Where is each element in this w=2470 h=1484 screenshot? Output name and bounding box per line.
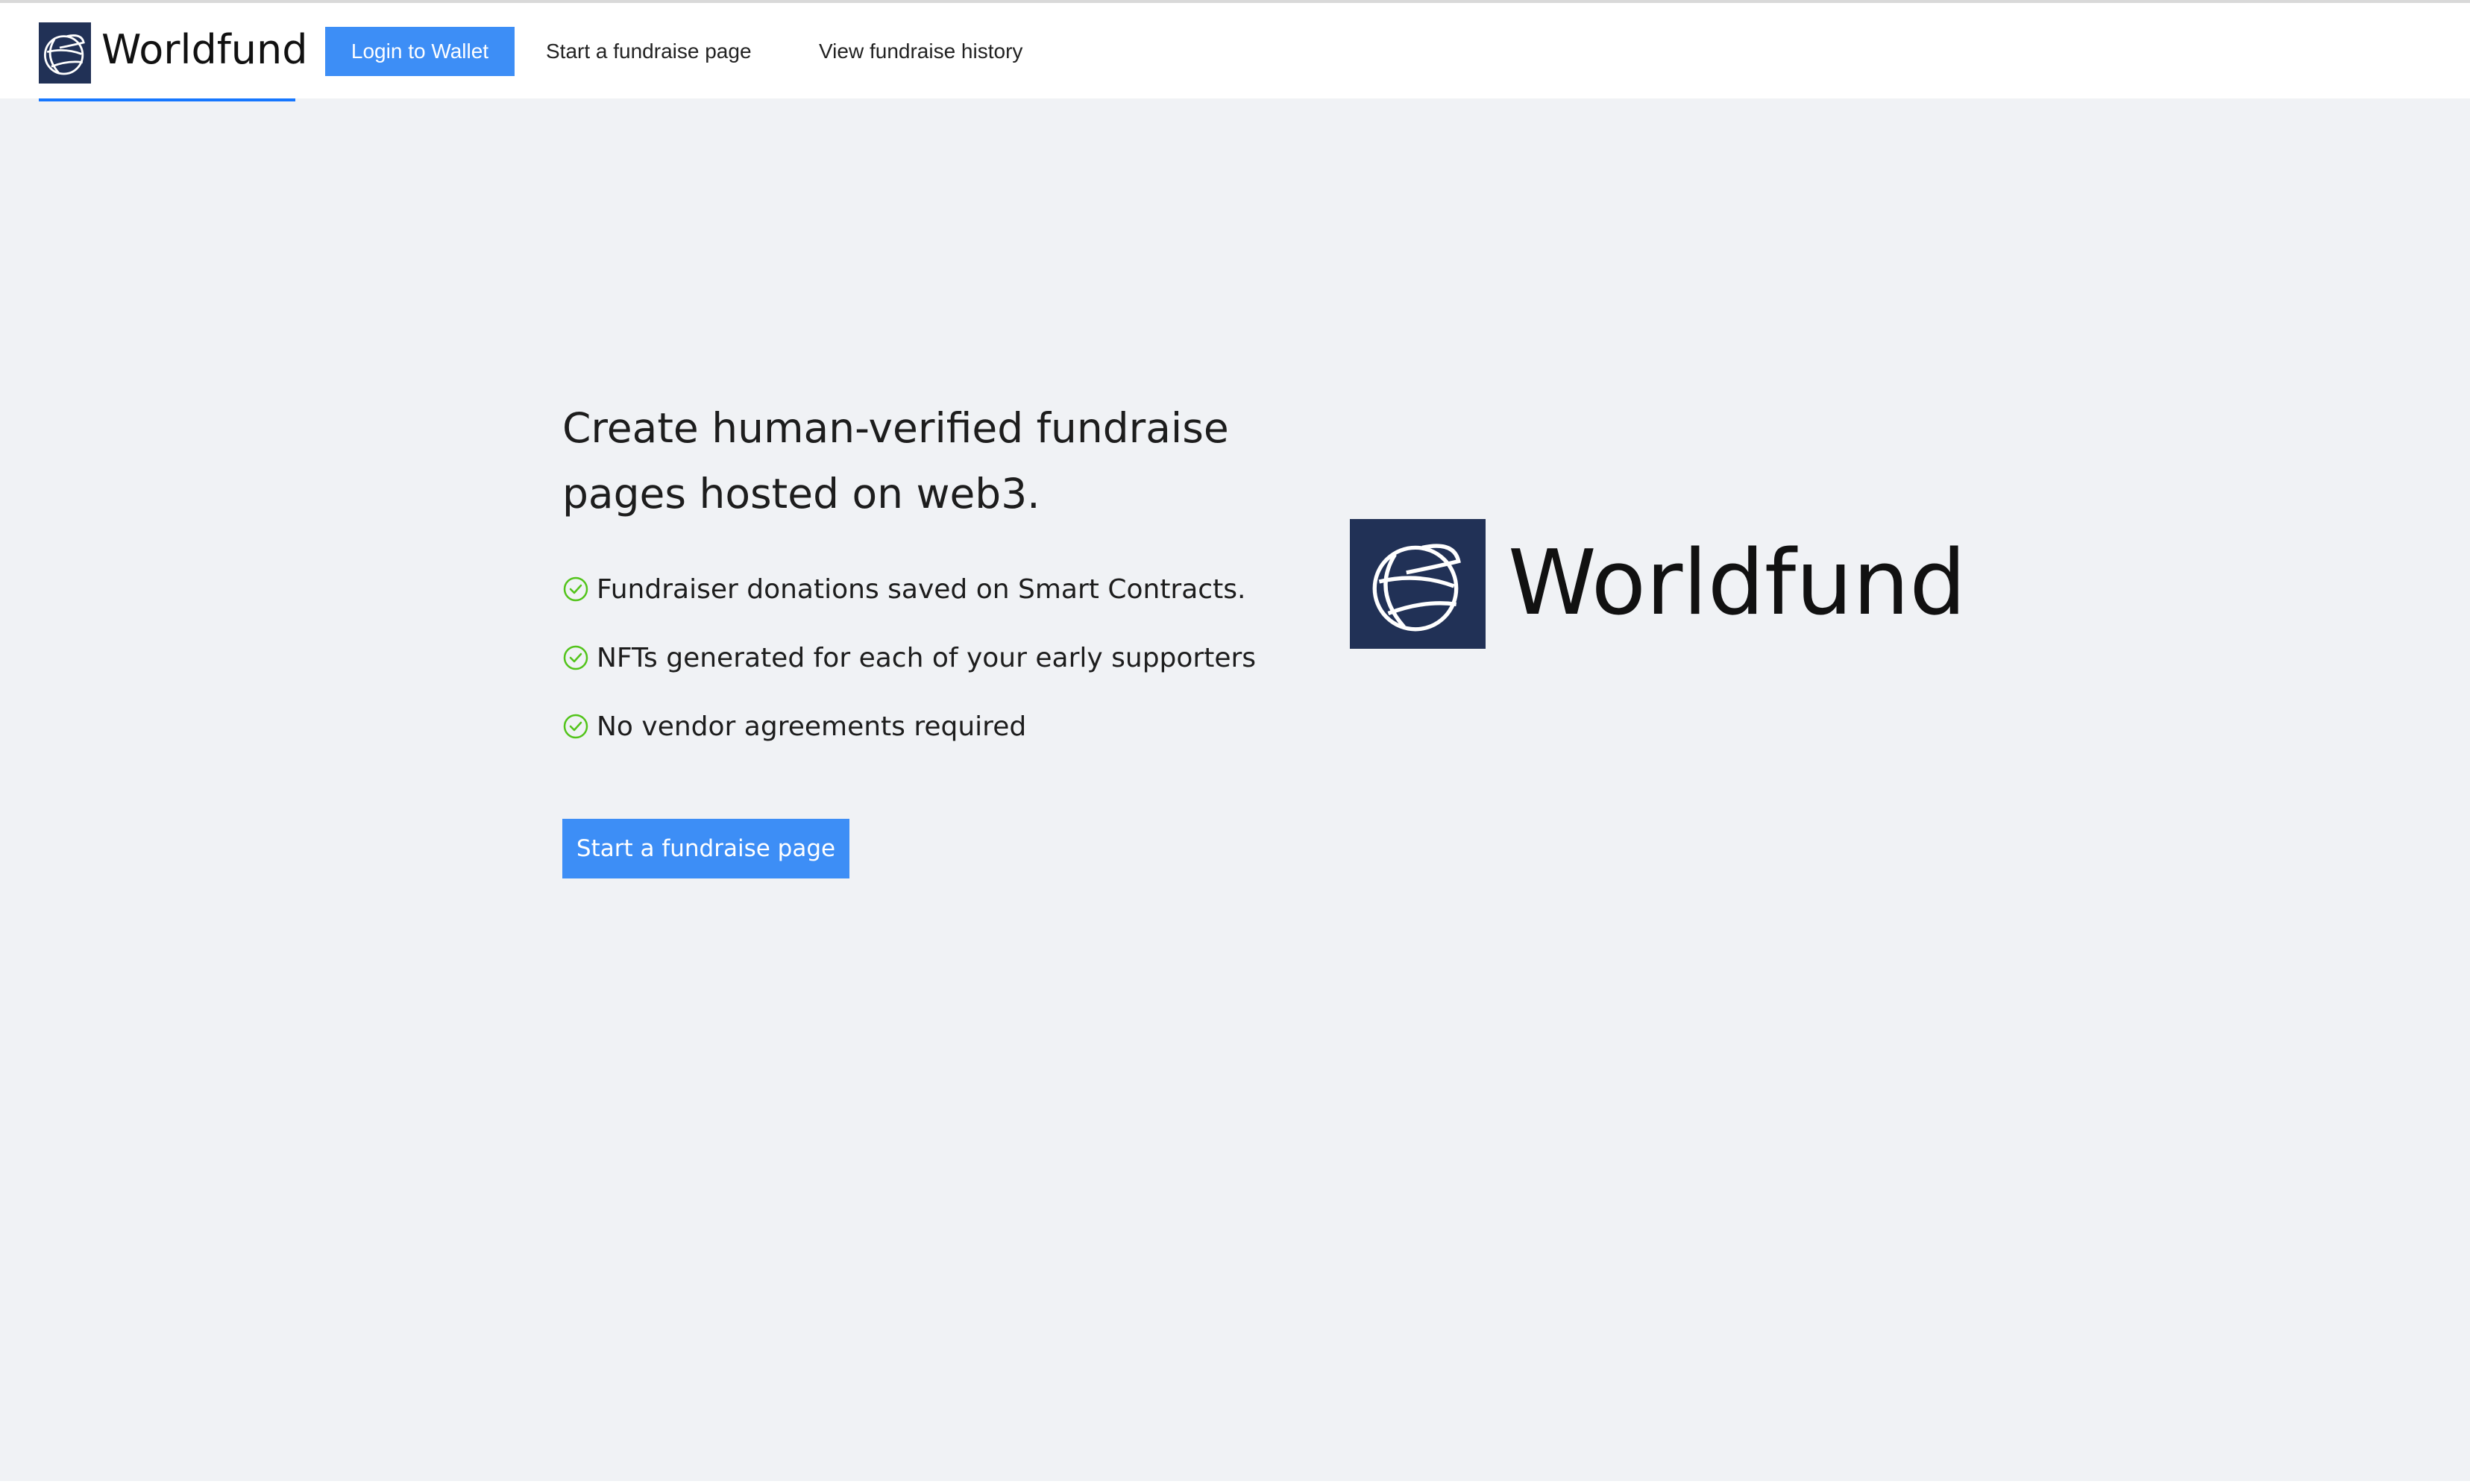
- check-circle-icon: [562, 713, 589, 740]
- feature-list: Fundraiser donations saved on Smart Cont…: [562, 567, 1256, 773]
- feature-item: NFTs generated for each of your early su…: [562, 635, 1256, 680]
- nav-view-history-link[interactable]: View fundraise history: [819, 27, 1022, 76]
- feature-item: No vendor agreements required: [562, 704, 1256, 749]
- brand-name: Worldfund: [101, 26, 308, 73]
- hero-brand-logo: Worldfund: [1350, 519, 1966, 649]
- worldfund-logo-icon: [39, 22, 91, 84]
- check-circle-icon: [562, 644, 589, 671]
- feature-text: NFTs generated for each of your early su…: [597, 642, 1257, 673]
- worldfund-logo-icon: [1350, 519, 1486, 649]
- check-circle-icon: [562, 576, 589, 603]
- active-tab-indicator: [39, 98, 295, 101]
- hero-title: Create human-verified fundraise pages ho…: [562, 404, 1229, 518]
- hero-brand-name: Worldfund: [1508, 532, 1967, 635]
- top-navbar: Worldfund Login to Wallet Start a fundra…: [0, 3, 2470, 101]
- feature-text: No vendor agreements required: [597, 711, 1027, 742]
- bottom-border: [0, 1481, 2470, 1484]
- login-to-wallet-button[interactable]: Login to Wallet: [325, 27, 515, 76]
- brand-home-link[interactable]: Worldfund: [39, 22, 308, 101]
- feature-text: Fundraiser donations saved on Smart Cont…: [597, 573, 1246, 605]
- start-fundraise-button[interactable]: Start a fundraise page: [562, 819, 849, 878]
- feature-item: Fundraiser donations saved on Smart Cont…: [562, 567, 1256, 611]
- nav-start-fundraise-link[interactable]: Start a fundraise page: [546, 27, 752, 76]
